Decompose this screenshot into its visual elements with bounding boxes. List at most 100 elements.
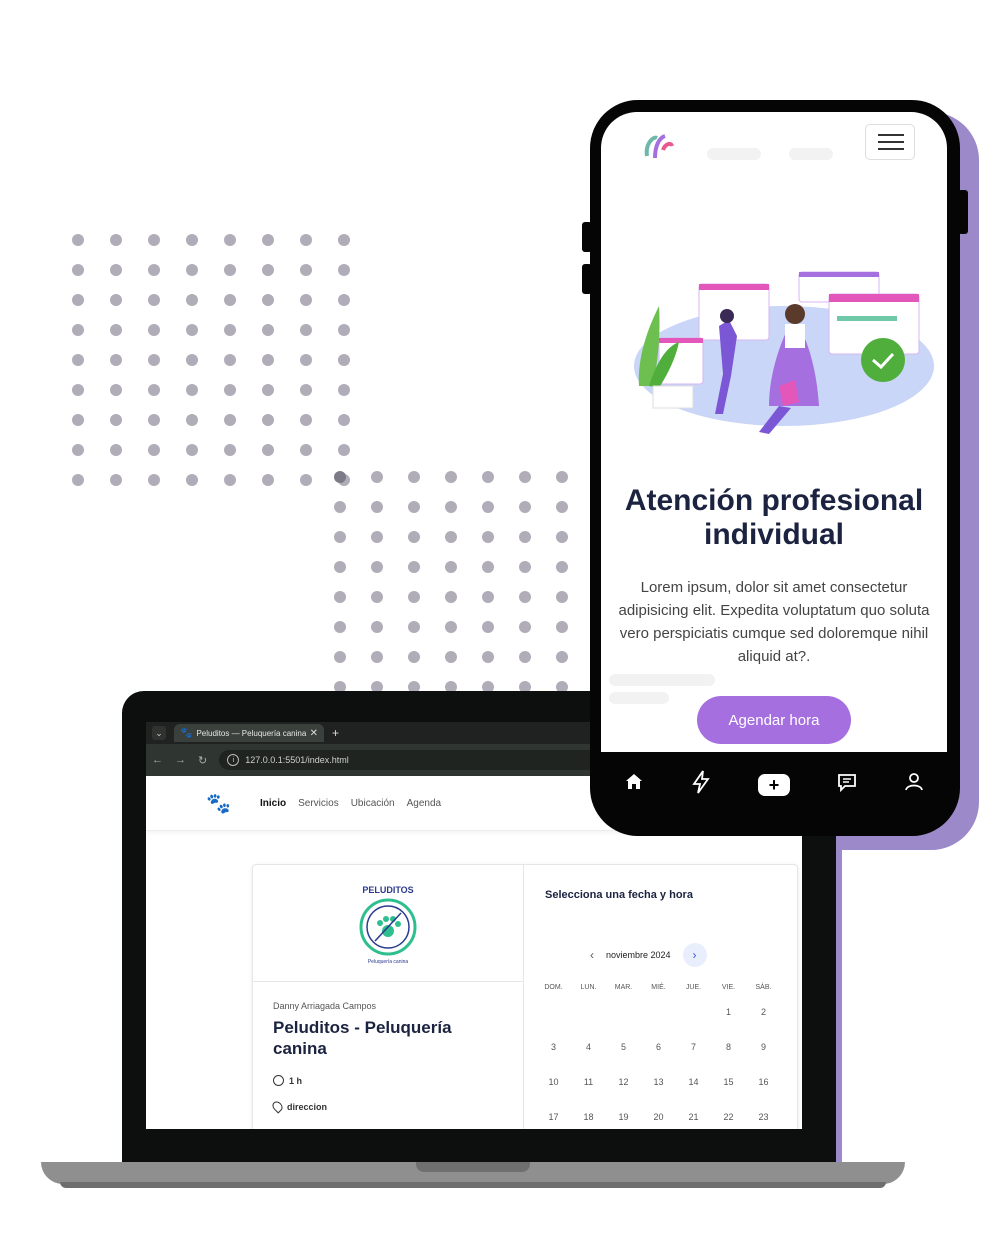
dot (334, 621, 346, 633)
dot (186, 234, 198, 246)
dot (338, 294, 350, 306)
calendar-day[interactable]: 17 (536, 1110, 571, 1129)
calendar-day[interactable]: 14 (676, 1075, 711, 1110)
calendar-day[interactable]: 22 (711, 1110, 746, 1129)
calendar-day[interactable]: 4 (571, 1040, 606, 1075)
location-row: direccion (270, 1099, 327, 1114)
home-icon[interactable] (624, 772, 644, 798)
calendar-day[interactable]: 1 (711, 1005, 746, 1040)
phone-screen: Atención profesional individual Lorem ip… (601, 112, 947, 752)
dot (556, 471, 568, 483)
calendar-day[interactable]: 21 (676, 1110, 711, 1129)
calendar-month: noviembre 2024 (606, 950, 671, 960)
dot (482, 471, 494, 483)
calendar-day[interactable]: 6 (641, 1040, 676, 1075)
dot (186, 444, 198, 456)
peluditos-logo-icon: PELUDITOS Peluquería canina (359, 885, 417, 965)
chevron-left-icon[interactable]: ‹ (590, 948, 594, 962)
dot (72, 384, 84, 396)
dot (445, 561, 457, 573)
calendar-day[interactable]: 23 (746, 1110, 781, 1129)
url-input[interactable]: i 127.0.0.1:5501/index.html (219, 750, 608, 770)
dot (334, 591, 346, 603)
dot (445, 621, 457, 633)
bolt-icon[interactable] (691, 770, 711, 800)
close-tab-icon[interactable]: ✕ (310, 728, 318, 739)
brand-logo-icon[interactable] (637, 126, 677, 166)
dot (262, 264, 274, 276)
dot (110, 414, 122, 426)
dot (300, 354, 312, 366)
calendar-day[interactable]: 20 (641, 1110, 676, 1129)
dot (408, 651, 420, 663)
dot (72, 354, 84, 366)
weekday-label: LUN. (580, 984, 597, 991)
chat-icon[interactable] (837, 772, 857, 798)
agendar-hora-button[interactable]: Agendar hora (697, 696, 851, 744)
dot (408, 591, 420, 603)
nav-inicio[interactable]: Inicio (260, 798, 286, 809)
back-icon[interactable]: ← (152, 754, 163, 766)
calendar-day[interactable]: 19 (606, 1110, 641, 1129)
calendar-day[interactable]: 3 (536, 1040, 571, 1075)
dot (72, 324, 84, 336)
dot (72, 474, 84, 486)
calendar-day[interactable]: 18 (571, 1110, 606, 1129)
dot (371, 651, 383, 663)
dot (445, 471, 457, 483)
browser-tab[interactable]: 🐾 Peluditos — Peluquería canina ✕ (174, 724, 324, 742)
calendar-day[interactable]: 15 (711, 1075, 746, 1110)
dot (262, 444, 274, 456)
site-info-icon[interactable]: i (227, 754, 240, 766)
dot (148, 324, 160, 336)
calendar-day[interactable]: 11 (571, 1075, 606, 1110)
dot (72, 444, 84, 456)
dot-pattern-top (72, 234, 350, 486)
forward-icon[interactable]: → (175, 754, 186, 766)
calendar-day[interactable]: 12 (606, 1075, 641, 1110)
nav-ubicacion[interactable]: Ubicación (351, 798, 395, 809)
calendar-day[interactable]: 5 (606, 1040, 641, 1075)
dot (556, 531, 568, 543)
dot (148, 294, 160, 306)
dot (300, 414, 312, 426)
calendar-day (676, 1005, 711, 1040)
dot (338, 414, 350, 426)
chevron-right-icon[interactable]: › (682, 943, 707, 967)
plus-icon[interactable]: + (757, 774, 790, 796)
dot (224, 414, 236, 426)
calendar-day[interactable]: 13 (641, 1075, 676, 1110)
new-tab-icon[interactable]: + (332, 726, 339, 740)
dot (110, 354, 122, 366)
calendar-day[interactable]: 10 (536, 1075, 571, 1110)
dot (445, 531, 457, 543)
dot (482, 561, 494, 573)
tab-dropdown-icon[interactable]: ⌄ (152, 726, 166, 740)
phone-bottom-nav: + (601, 752, 947, 818)
blur-nav-item (789, 148, 833, 160)
dot (186, 264, 198, 276)
calendar-day[interactable]: 8 (711, 1040, 746, 1075)
hamburger-menu-icon[interactable] (865, 124, 915, 160)
reload-icon[interactable]: ↻ (198, 754, 207, 767)
dot (224, 234, 236, 246)
calendar-day (641, 1005, 676, 1040)
calendar-day[interactable]: 2 (746, 1005, 781, 1040)
user-icon[interactable] (904, 772, 924, 798)
dot (72, 294, 84, 306)
dot (338, 444, 350, 456)
dot (262, 234, 274, 246)
paw-logo-icon[interactable]: 🐾 (206, 791, 231, 816)
calendar-day[interactable]: 9 (746, 1040, 781, 1075)
calendar-day[interactable]: 7 (676, 1040, 711, 1075)
booking-card: PELUDITOS Peluquería canina Danny Arriag… (252, 864, 798, 1129)
nav-agenda[interactable]: Agenda (407, 798, 441, 809)
calendar-day[interactable]: 16 (746, 1075, 781, 1110)
dot (110, 384, 122, 396)
dot (300, 264, 312, 276)
dot (186, 324, 198, 336)
dot (262, 324, 274, 336)
dot (334, 651, 346, 663)
dot (110, 474, 122, 486)
nav-servicios[interactable]: Servicios (298, 798, 339, 809)
